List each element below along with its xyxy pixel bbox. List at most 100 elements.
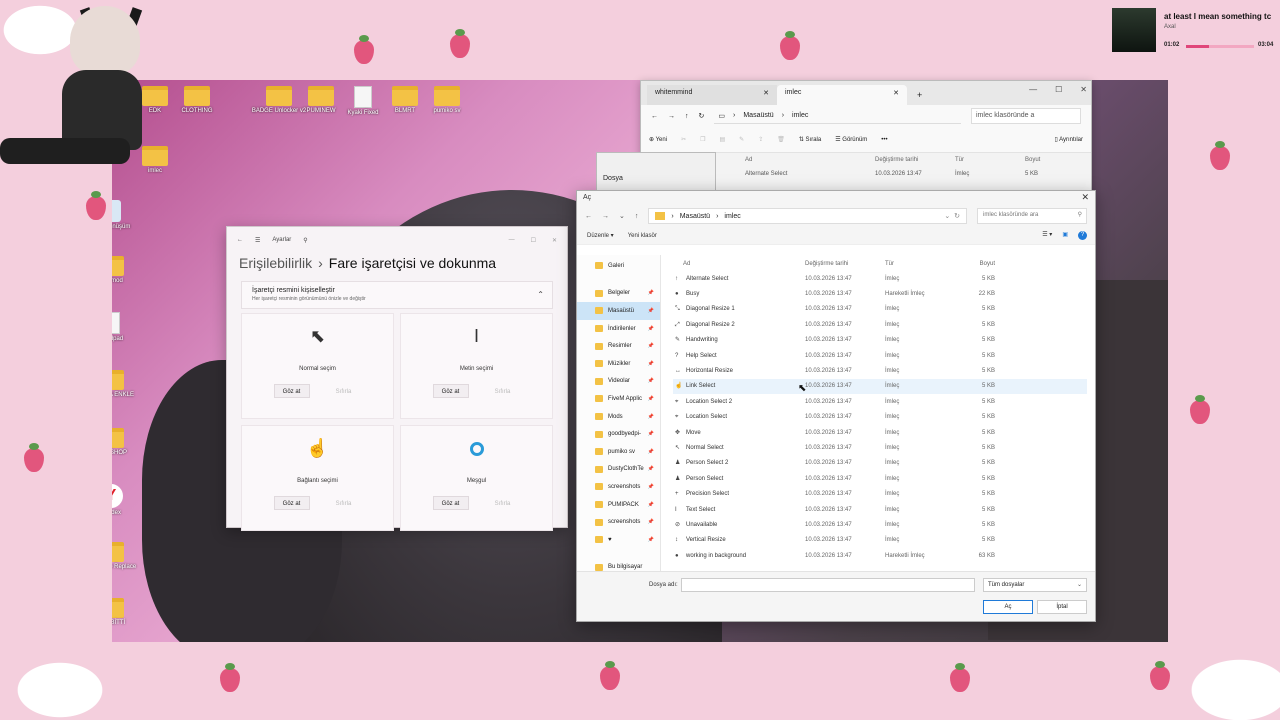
- sidebar-item[interactable]: Belgeler 📌: [577, 285, 660, 303]
- open-button[interactable]: Aç: [983, 600, 1033, 614]
- open-file-dialog[interactable]: Aç ✕ ← → ⌄ ↑ › Masaüstü › imlec ⌄ ↻ imle…: [576, 190, 1096, 622]
- close-icon[interactable]: ✕: [893, 89, 899, 101]
- filetype-select[interactable]: Tüm dosyalar ⌄: [983, 578, 1087, 592]
- address-path[interactable]: ▭ › Masaüstü › imlec: [714, 108, 961, 124]
- reset-button[interactable]: Sıfırla: [326, 384, 362, 398]
- close-icon[interactable]: ✕: [1080, 85, 1087, 94]
- table-row[interactable]: ↕ Vertical Resize 10.03.2026 13:47 İmleç 5 K…: [673, 533, 1087, 548]
- rename-icon[interactable]: ✎: [739, 136, 744, 143]
- table-row[interactable]: ↖ Normal Select 10.03.2026 13:47 İmleç 5 KB: [673, 440, 1087, 455]
- new-tab-button[interactable]: +: [907, 90, 932, 105]
- sidebar-item[interactable]: Videolar 📌: [577, 373, 660, 391]
- path-segment[interactable]: Masaüstü: [680, 213, 710, 220]
- sort-button[interactable]: ⇅ Sırala: [799, 136, 821, 143]
- cut-icon[interactable]: ✂: [681, 136, 686, 143]
- minimize-icon[interactable]: —: [1029, 85, 1037, 94]
- table-row[interactable]: ♟ Person Select 10.03.2026 13:47 İmleç 5 KB: [673, 471, 1087, 486]
- sidebar-item[interactable]: İndirilenler 📌: [577, 320, 660, 338]
- desktop-icon[interactable]: CLOTHING: [162, 86, 232, 114]
- back-icon[interactable]: ←: [585, 213, 592, 220]
- pointer-customize-section[interactable]: İşaretçi resmini kişiselleştir Her işare…: [241, 281, 553, 309]
- search-input[interactable]: imlec klasöründe ara ⚲: [977, 208, 1087, 224]
- table-row[interactable]: ● working in background 10.03.2026 13:47 Ha…: [673, 548, 1087, 563]
- close-icon[interactable]: ✕: [552, 237, 557, 244]
- paste-icon[interactable]: ▤: [719, 136, 725, 143]
- tab-whitemmind[interactable]: whitemmind ✕: [647, 85, 777, 105]
- delete-icon[interactable]: 🗑: [777, 136, 785, 143]
- address-path[interactable]: › Masaüstü › imlec ⌄ ↻: [648, 208, 967, 224]
- sidebar-item[interactable]: goodbyedpi- 📌: [577, 425, 660, 443]
- table-row[interactable]: ♟ Person Select 2 10.03.2026 13:47 İmleç 5 K…: [673, 456, 1087, 471]
- table-row[interactable]: ↔ Horizontal Resize 10.03.2026 13:47 İmleç 5…: [673, 363, 1087, 378]
- table-row[interactable]: ⤡ Diagonal Resize 1 10.03.2026 13:47 İmleç 5…: [673, 302, 1087, 317]
- view-button[interactable]: ☰ Görünüm: [835, 136, 867, 143]
- chevron-down-icon[interactable]: ⌄: [619, 212, 625, 220]
- tab-imlec[interactable]: imlec ✕: [777, 85, 907, 105]
- sidebar-item[interactable]: DustyClothTe 📌: [577, 461, 660, 479]
- up-icon[interactable]: ↑: [685, 113, 689, 120]
- table-row[interactable]: ☝ Link Select 10.03.2026 13:47 İmleç 5 KB: [673, 378, 1087, 395]
- desktop-icon[interactable]: pumiko sv: [412, 86, 482, 114]
- path-segment[interactable]: imlec: [792, 112, 808, 119]
- close-icon[interactable]: ✕: [1081, 192, 1089, 203]
- sidebar-item[interactable]: Masaüstü 📌: [577, 302, 660, 320]
- refresh-icon[interactable]: ⌄ ↻: [944, 212, 960, 220]
- desktop-icon[interactable]: VALERIA ENKLE: [112, 370, 146, 398]
- browse-button[interactable]: Göz at: [432, 384, 469, 398]
- back-icon[interactable]: ←: [237, 237, 243, 243]
- settings-window[interactable]: ← ☰ Ayarlar ⚲ — ☐ ✕ Erişilebilirlik › Fa…: [226, 226, 568, 531]
- help-icon[interactable]: ?: [1078, 231, 1087, 240]
- table-row[interactable]: ✥ Move 10.03.2026 13:47 İmleç 5 KB: [673, 425, 1087, 440]
- desktop-icon[interactable]: PUMISHOP: [112, 428, 146, 456]
- column-header-type[interactable]: Tür: [885, 261, 955, 267]
- table-row[interactable]: ↑ Alternate Select 10.03.2026 13:47 İmleç 5 …: [673, 271, 1087, 286]
- desktop-icon[interactable]: Geri Dönüşüm: [112, 200, 146, 230]
- maximize-icon[interactable]: ☐: [1055, 85, 1062, 94]
- cancel-button[interactable]: İptal: [1037, 600, 1087, 614]
- close-icon[interactable]: ✕: [763, 89, 769, 101]
- sidebar-item[interactable]: Resimler 📌: [577, 337, 660, 355]
- minimize-icon[interactable]: —: [509, 237, 515, 244]
- browse-button[interactable]: Göz at: [273, 496, 310, 510]
- column-header-name[interactable]: Ad: [673, 261, 805, 267]
- maximize-icon[interactable]: ☐: [531, 237, 536, 244]
- reset-button[interactable]: Sıfırla: [485, 496, 521, 510]
- column-header-name[interactable]: Ad: [745, 157, 875, 163]
- column-header-size[interactable]: Boyut: [955, 261, 995, 267]
- desktop-icon[interactable]: Pumishop Replace: [112, 542, 146, 570]
- table-row[interactable]: ? Help Select 10.03.2026 13:47 İmleç 5 KB: [673, 348, 1087, 363]
- preview-pane-icon[interactable]: ▣: [1062, 231, 1068, 240]
- filename-input[interactable]: [681, 578, 975, 592]
- forward-icon[interactable]: →: [602, 213, 609, 220]
- breadcrumb-accessibility[interactable]: Erişilebilirlik: [239, 255, 312, 271]
- search-icon[interactable]: ⚲: [303, 237, 307, 244]
- reset-button[interactable]: Sıfırla: [485, 384, 521, 398]
- column-header-type[interactable]: Tür: [955, 157, 1025, 163]
- sidebar-item[interactable]: PUMIPACK 📌: [577, 496, 660, 514]
- table-row[interactable]: ✎ Handwriting 10.03.2026 13:47 İmleç 5 KB: [673, 333, 1087, 348]
- organize-button[interactable]: Düzenle ▾: [587, 232, 614, 239]
- path-segment[interactable]: imlec: [724, 213, 740, 220]
- table-row[interactable]: I Text Select 10.03.2026 13:47 İmleç 5 KB: [673, 502, 1087, 517]
- reset-button[interactable]: Sıfırla: [326, 496, 362, 510]
- up-icon[interactable]: ↑: [635, 213, 639, 220]
- path-segment[interactable]: Masaüstü: [743, 112, 773, 119]
- back-icon[interactable]: ←: [651, 113, 658, 120]
- background-dialog[interactable]: Dosya: [596, 152, 716, 192]
- sidebar-item[interactable]: pumiko sv 📌: [577, 443, 660, 461]
- search-input[interactable]: imlec klasöründe a: [971, 108, 1081, 124]
- desktop-icon[interactable]: Cihlfmod: [112, 256, 146, 284]
- view-mode-icon[interactable]: ☰ ▾: [1042, 231, 1052, 240]
- new-button[interactable]: ⊕ Yeni: [649, 136, 667, 143]
- desktop-icon[interactable]: KAŞ BİTTİ: [112, 598, 146, 626]
- share-icon[interactable]: ⇪: [758, 136, 763, 143]
- browse-button[interactable]: Göz at: [273, 384, 310, 398]
- column-header-date[interactable]: Değiştirme tarihi: [875, 157, 955, 163]
- sidebar-item[interactable]: FiveM Applic 📌: [577, 390, 660, 408]
- sidebar-item[interactable]: screenshots 📌: [577, 478, 660, 496]
- table-row[interactable]: + Precision Select 10.03.2026 13:47 İmleç 5 …: [673, 486, 1087, 501]
- forward-icon[interactable]: →: [668, 113, 675, 120]
- desktop-icon[interactable]: Y Yandex: [112, 484, 146, 516]
- table-row[interactable]: ⤢ Diagonal Resize 2 10.03.2026 13:47 İmleç 5…: [673, 317, 1087, 332]
- column-header-date[interactable]: Değiştirme tarihi: [805, 261, 885, 267]
